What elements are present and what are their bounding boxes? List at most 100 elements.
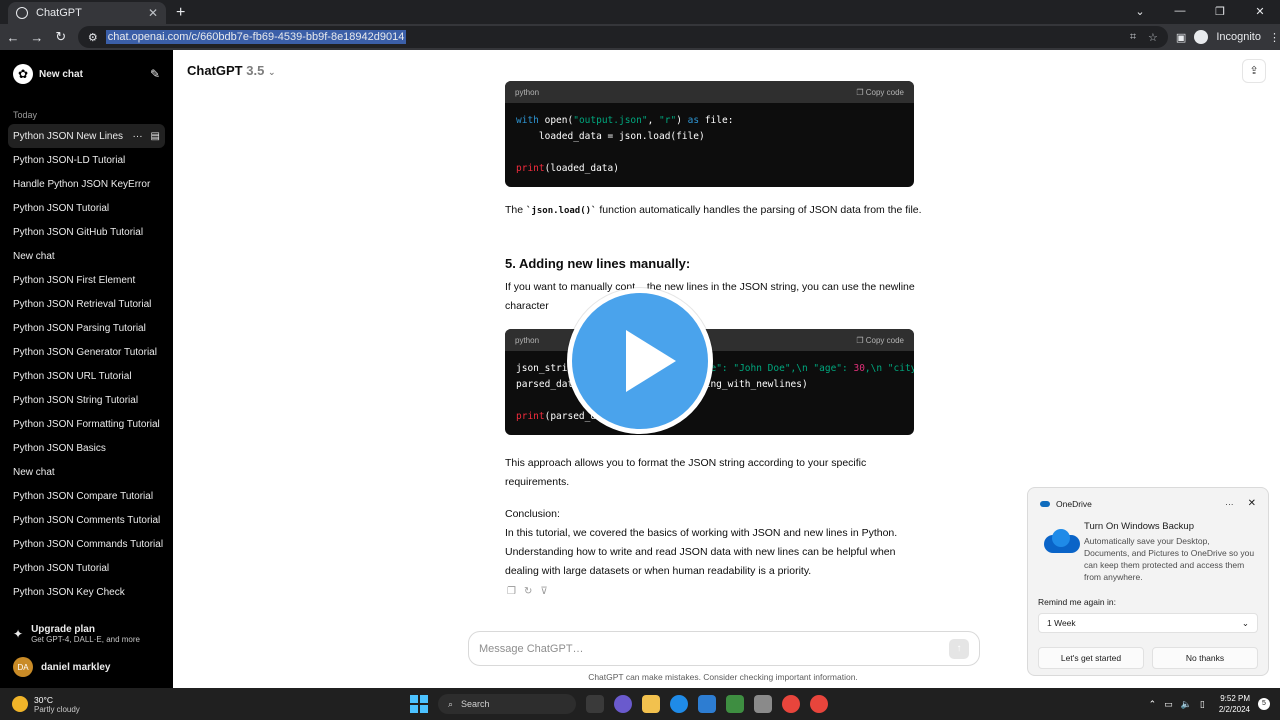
sidebar-chat-item[interactable]: Python JSON Parsing Tutorial (0, 316, 173, 340)
sidebar-chat-label: Python JSON Formatting Tutorial (13, 418, 160, 430)
file-explorer-icon[interactable] (642, 695, 660, 713)
thumbs-down-icon[interactable]: ⊽ (540, 586, 547, 597)
new-tab-button[interactable]: + (176, 2, 185, 24)
edge-icon[interactable] (670, 695, 688, 713)
section-today: Today (13, 110, 38, 120)
more-options-icon[interactable]: ··· (133, 131, 143, 142)
sidebar: ✿ New chat ✎ Today Python JSON New Lines… (0, 50, 173, 688)
sidebar-chat-item[interactable]: New chat (0, 460, 173, 484)
sidebar-chat-label: Python JSON Basics (13, 442, 106, 454)
close-tab-icon[interactable]: ✕ (148, 6, 158, 20)
site-info-icon[interactable]: ⚙ (88, 31, 98, 44)
more-options-icon[interactable]: ··· (1225, 499, 1234, 509)
bookmark-star-icon[interactable]: ☆ (1148, 31, 1158, 44)
volume-icon[interactable]: 🔈 (1181, 699, 1192, 710)
sidebar-chat-item[interactable]: Python JSON Generator Tutorial (0, 340, 173, 364)
chevron-down-icon[interactable]: ⌄ (1120, 5, 1160, 18)
menu-kebab-icon[interactable]: ⋮ (1269, 31, 1280, 44)
reload-button[interactable]: ↻ (50, 29, 72, 45)
chevron-down-icon: ⌄ (267, 67, 276, 77)
network-icon[interactable]: ▭ (1164, 699, 1173, 710)
qr-icon[interactable]: ⌗ (1130, 31, 1136, 44)
chrome-icon[interactable] (782, 695, 800, 713)
chat-app-icon[interactable] (614, 695, 632, 713)
vscode-icon[interactable] (698, 695, 716, 713)
no-thanks-button[interactable]: No thanks (1152, 647, 1258, 669)
sidebar-chat-label: Python JSON Compare Tutorial (13, 490, 154, 502)
sidebar-chat-label: New chat (13, 250, 55, 262)
sidebar-chat-item[interactable]: Python JSON String Tutorial (0, 388, 173, 412)
archive-icon[interactable]: ▤ (151, 131, 160, 142)
side-panel-icon[interactable]: ▣ (1176, 31, 1186, 44)
forward-button[interactable]: → (26, 30, 48, 45)
openai-logo-icon: ✿ (13, 64, 33, 84)
sidebar-chat-item[interactable]: Python JSON New Lines ··· ▤ (8, 124, 165, 148)
model-selector[interactable]: ChatGPT 3.5 ⌄ (187, 63, 276, 78)
app-icon-2[interactable] (754, 695, 772, 713)
sidebar-chat-item[interactable]: Handle Python JSON KeyError (0, 172, 173, 196)
copy-code-button[interactable]: ❐ Copy code (856, 336, 904, 345)
onedrive-cloud-icon (1040, 529, 1080, 555)
sidebar-chat-item[interactable]: Python JSON Formatting Tutorial (0, 412, 173, 436)
new-chat-row[interactable]: ✿ New chat ✎ (0, 50, 173, 98)
task-view-icon[interactable] (586, 695, 604, 713)
back-button[interactable]: ← (2, 30, 24, 45)
minimize-button[interactable]: — (1160, 5, 1200, 17)
system-tray: ⌃ ▭ 🔈 ▯ 9:52 PM 2/2/2024 5 (1149, 688, 1270, 720)
new-chat-label: New chat (39, 68, 83, 80)
message-input[interactable] (479, 642, 949, 655)
copy-code-button[interactable]: ❐ Copy code (856, 88, 904, 97)
profile-label[interactable]: Incognito (1216, 31, 1261, 43)
lets-get-started-button[interactable]: Let's get started (1038, 647, 1144, 669)
chevron-up-icon[interactable]: ⌃ (1149, 699, 1157, 710)
sidebar-chat-label: Handle Python JSON KeyError (13, 178, 151, 190)
restore-button[interactable]: ❐ (1200, 5, 1240, 18)
share-button[interactable]: ⇪ (1242, 59, 1266, 83)
sidebar-chat-item[interactable]: Python JSON Basics (0, 436, 173, 460)
sidebar-chat-item[interactable]: Python JSON Retrieval Tutorial (0, 292, 173, 316)
url-text[interactable]: chat.openai.com/c/660bdb7e-fb69-4539-bb9… (105, 30, 407, 44)
incognito-icon (1194, 30, 1209, 44)
clock[interactable]: 9:52 PM 2/2/2024 (1219, 693, 1250, 715)
model-version: 3.5 (246, 63, 265, 78)
sidebar-chat-item[interactable]: Python JSON URL Tutorial (0, 364, 173, 388)
new-chat-edit-icon[interactable]: ✎ (150, 67, 160, 81)
sidebar-chat-item[interactable]: Python JSON First Element (0, 268, 173, 292)
search-label: Search (461, 699, 490, 709)
app-icon[interactable] (726, 695, 744, 713)
sidebar-chat-item[interactable]: New chat (0, 244, 173, 268)
upgrade-title: Upgrade plan (31, 624, 95, 635)
upgrade-plan-button[interactable]: ✦ Upgrade plan Get GPT-4, DALL·E, and mo… (0, 620, 173, 648)
browser-tab[interactable]: ChatGPT ✕ (8, 2, 166, 24)
omnibox[interactable]: ⚙ chat.openai.com/c/660bdb7e-fb69-4539-b… (77, 26, 1168, 48)
paragraph-json-load: The `json.load()` function automatically… (505, 204, 922, 216)
message-composer: ↑ (468, 631, 980, 666)
send-button[interactable]: ↑ (949, 638, 969, 659)
close-window-button[interactable]: ✕ (1240, 5, 1280, 18)
regenerate-icon[interactable]: ↻ (524, 586, 532, 597)
remind-select[interactable]: 1 Week ⌄ (1038, 613, 1258, 633)
sidebar-chat-item[interactable]: Python JSON-LD Tutorial (0, 148, 173, 172)
start-button[interactable] (410, 695, 428, 713)
chrome-icon-2[interactable] (810, 695, 828, 713)
sidebar-chat-item[interactable]: Python JSON GitHub Tutorial (0, 220, 173, 244)
sidebar-chat-item[interactable]: Python JSON Tutorial (0, 556, 173, 580)
notification-badge[interactable]: 5 (1258, 698, 1270, 710)
sidebar-chat-label: Python JSON Tutorial (13, 202, 110, 214)
user-menu[interactable]: DA daniel markley (0, 652, 173, 682)
play-button[interactable] (567, 288, 713, 434)
sidebar-chat-item[interactable]: Python JSON Commands Tutorial (0, 532, 173, 556)
sidebar-chat-item[interactable]: Python JSON Key Check (0, 580, 173, 604)
taskbar-search[interactable]: ⌕ Search (438, 694, 576, 714)
conclusion-label: Conclusion: (505, 508, 560, 520)
toast-buttons: Let's get started No thanks (1028, 633, 1268, 669)
copy-icon[interactable]: ❐ (507, 586, 516, 597)
sidebar-chat-item[interactable]: Python JSON Compare Tutorial (0, 484, 173, 508)
close-icon[interactable]: ✕ (1248, 498, 1256, 509)
avatar: DA (13, 657, 33, 677)
battery-icon[interactable]: ▯ (1200, 699, 1205, 710)
weather-widget[interactable]: 30°C Partly cloudy (0, 695, 200, 714)
sidebar-chat-item[interactable]: Python JSON Comments Tutorial (0, 508, 173, 532)
chatgpt-favicon-icon (16, 7, 28, 19)
sidebar-chat-item[interactable]: Python JSON Tutorial (0, 196, 173, 220)
